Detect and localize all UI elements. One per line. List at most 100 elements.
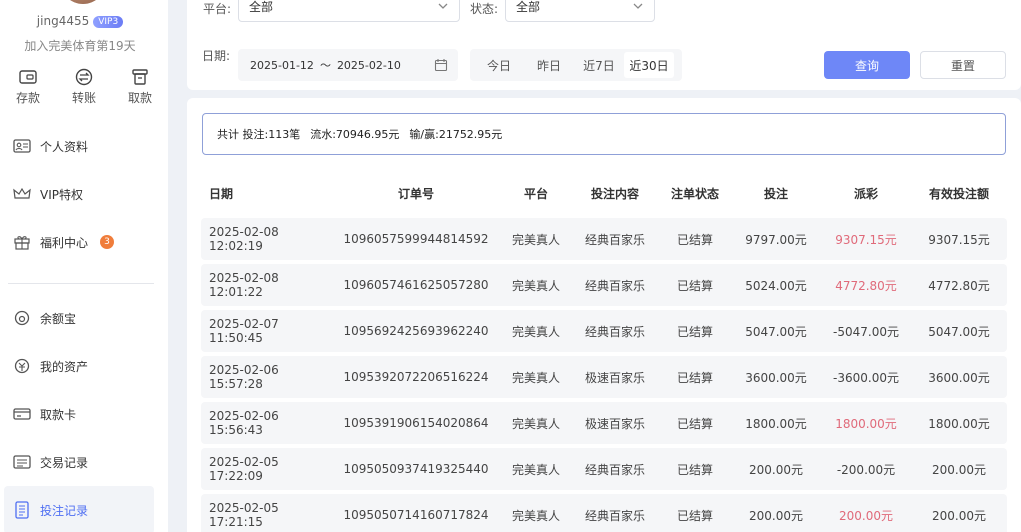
platform-select[interactable]: 全部 [238,0,460,22]
withdraw-button[interactable]: 取款 [112,68,168,106]
cell-valid-bet: 3600.00元 [911,356,1007,398]
sidebar-item-welfare[interactable]: 福利中心 3 [0,218,168,266]
menu-bottom: 余额宝 我的资产 取款卡 交易记录 投注记录 [0,294,168,532]
sidebar-item-yuebao[interactable]: 余额宝 [0,294,168,342]
cell-valid-bet: 5047.00元 [911,310,1007,352]
col-platform: 平台 [523,186,548,201]
table-body: 2025-02-08 12:02:19 1096057599944814592 完美… [201,218,1007,532]
cell-bet-amount: 5024.00元 [731,264,821,306]
bet-records-icon [12,500,32,520]
bet-records-table: 日期 订单号 平台 投注内容 注单状态 投注 派彩 有效投注额 2025-02-… [201,168,1007,532]
cell-payout: -5047.00元 [821,310,911,352]
sidebar-item-label: 投注记录 [40,503,89,518]
sidebar-item-profile[interactable]: 个人资料 [0,122,168,170]
deposit-icon [19,70,37,84]
assets-icon [12,356,32,376]
table-row[interactable]: 2025-02-08 12:01:22 1096057461625057280 完美… [201,264,1007,306]
transfer-icon [75,68,93,86]
sidebar-item-withdraw-card[interactable]: 取款卡 [0,390,168,438]
cell-bet-amount: 3600.00元 [731,356,821,398]
sidebar-item-label: 取款卡 [40,407,77,422]
platform-label: 平台: [203,2,232,16]
col-date: 日期 [209,186,234,201]
cell-date: 2025-02-07 11:50:45 [201,310,331,352]
joined-days: 加入完美体育第19天 [24,39,136,53]
query-button[interactable]: 查询 [824,51,910,79]
cell-valid-bet: 1800.00元 [911,402,1007,444]
status-value: 全部 [516,0,541,14]
quick-date-yesterday[interactable]: 昨日 [524,52,574,78]
col-status: 注单状态 [670,186,719,201]
cell-status: 已结算 [659,264,731,306]
cell-order-no: 1096057599944814592 [331,218,501,260]
gift-icon [12,232,32,252]
menu-top: 个人资料 VIP特权 福利中心 3 [0,122,168,266]
table-row[interactable]: 2025-02-06 15:56:43 1095391906154020864 完美… [201,402,1007,444]
notification-badge: 3 [100,235,115,249]
cell-status: 已结算 [659,402,731,444]
card-icon [12,404,32,424]
cell-platform: 完美真人 [501,494,571,532]
cell-date: 2025-02-08 12:02:19 [201,218,331,260]
cell-bet-content: 经典百家乐 [571,264,659,306]
col-bet-content: 投注内容 [590,186,639,201]
sidebar-item-label: 个人资料 [40,139,89,154]
quick-date-7days[interactable]: 近7日 [574,52,624,78]
cell-status: 已结算 [659,310,731,352]
date-range-picker[interactable]: 2025-01-12 ～ 2025-02-10 [238,49,458,81]
sidebar-item-label: VIP特权 [40,187,83,202]
sidebar-item-label: 福利中心 [40,235,89,250]
platform-value: 全部 [249,0,274,14]
status-select[interactable]: 全部 [505,0,655,22]
cell-order-no: 1095050937419325440 [331,448,501,490]
transactions-icon [12,452,32,472]
cell-status: 已结算 [659,218,731,260]
deposit-label: 存款 [15,91,40,105]
table-row[interactable]: 2025-02-07 11:50:45 1095692425693962240 完美… [201,310,1007,352]
cell-date: 2025-02-05 17:22:09 [201,448,331,490]
cell-bet-amount: 9797.00元 [731,218,821,260]
sidebar: jing4455 VIP3 加入完美体育第19天 存款 转账 取款 个人资料 VI… [0,0,168,532]
sidebar-item-label: 交易记录 [40,455,89,470]
cell-platform: 完美真人 [501,264,571,306]
quick-date-tabs: 今日 昨日 近7日 近30日 [470,49,682,81]
cell-platform: 完美真人 [501,218,571,260]
sidebar-item-bet-records[interactable]: 投注记录 [4,486,154,532]
cell-platform: 完美真人 [501,356,571,398]
cell-valid-bet: 4772.80元 [911,264,1007,306]
quick-date-today[interactable]: 今日 [474,52,524,78]
summary-turnover: 流水:70946.95元 [310,128,400,141]
reset-button[interactable]: 重置 [920,51,1006,79]
deposit-button[interactable]: 存款 [0,68,56,106]
sidebar-item-vip[interactable]: VIP特权 [0,170,168,218]
cell-status: 已结算 [659,494,731,532]
vip-badge: VIP3 [93,15,124,28]
table-row[interactable]: 2025-02-06 15:57:28 1095392072206516224 完美… [201,356,1007,398]
quick-date-30days[interactable]: 近30日 [624,52,674,78]
date-separator: ～ [319,59,331,72]
table-row[interactable]: 2025-02-05 17:21:15 1095050714160717824 完美… [201,494,1007,532]
sidebar-divider [8,283,154,284]
cell-payout: 9307.15元 [821,218,911,260]
date-start: 2025-01-12 [250,58,314,72]
transfer-button[interactable]: 转账 [56,68,112,106]
table-row[interactable]: 2025-02-08 12:02:19 1096057599944814592 完美… [201,218,1007,260]
transfer-label: 转账 [71,91,96,105]
sidebar-item-assets[interactable]: 我的资产 [0,342,168,390]
table-row[interactable]: 2025-02-05 17:22:09 1095050937419325440 完美… [201,448,1007,490]
cell-date: 2025-02-08 12:01:22 [201,264,331,306]
avatar[interactable] [60,0,106,4]
cell-platform: 完美真人 [501,402,571,444]
withdraw-label: 取款 [127,91,152,105]
cell-bet-amount: 5047.00元 [731,310,821,352]
calendar-icon [434,59,448,72]
username: jing4455 [36,14,90,28]
sidebar-item-transactions[interactable]: 交易记录 [0,438,168,486]
cell-valid-bet: 200.00元 [911,448,1007,490]
id-card-icon [12,136,32,156]
cell-order-no: 1095050714160717824 [331,494,501,532]
cell-date: 2025-02-06 15:57:28 [201,356,331,398]
sidebar-item-label: 我的资产 [40,359,89,374]
user-info: jing4455 VIP3 [0,14,160,28]
cell-payout: 4772.80元 [821,264,911,306]
